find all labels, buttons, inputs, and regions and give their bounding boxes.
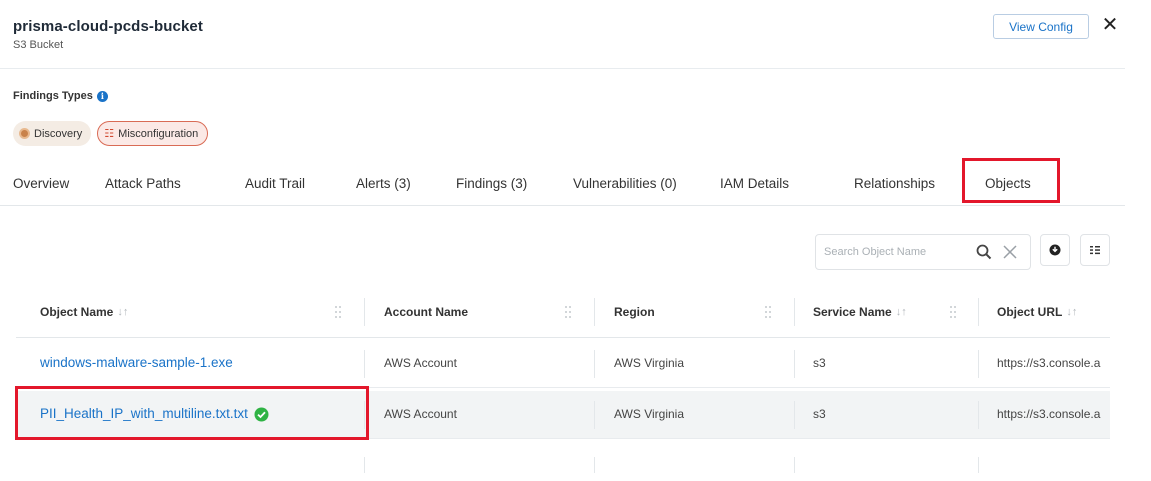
search-box: [815, 234, 1031, 270]
cell-divider: [794, 350, 795, 378]
cell-divider: [794, 457, 795, 473]
download-icon: [1049, 244, 1061, 256]
clear-search-icon[interactable]: [1001, 243, 1019, 261]
region-cell: AWS Virginia: [614, 407, 685, 421]
tab-vulnerabilities[interactable]: Vulnerabilities (0): [573, 176, 677, 191]
cell-divider: [594, 401, 595, 429]
drag-handle-icon[interactable]: [764, 305, 772, 319]
tab-iam-details[interactable]: IAM Details: [720, 176, 789, 191]
chip-misconfiguration[interactable]: ☷ Misconfiguration: [97, 121, 209, 146]
info-icon[interactable]: i: [96, 90, 108, 102]
region-cell: AWS Virginia: [614, 356, 685, 370]
chip-discovery[interactable]: Discovery: [13, 121, 92, 146]
drag-handle-icon[interactable]: [949, 305, 957, 319]
discovery-icon: [19, 128, 30, 139]
tab-audit-trail[interactable]: Audit Trail: [245, 176, 305, 191]
sort-icon[interactable]: ↓↑: [117, 306, 128, 318]
table-row-partial: [16, 443, 1110, 473]
cell-divider: [594, 457, 595, 473]
sort-icon[interactable]: ↓↑: [896, 306, 907, 318]
objects-table: Object Name ↓↑ Account Name Region Servi…: [15, 288, 1110, 473]
tab-bar: Overview Attack Paths Audit Trail Alerts…: [0, 158, 1125, 206]
tab-alerts[interactable]: Alerts (3): [356, 176, 411, 191]
findings-types-text: Findings Types: [13, 90, 93, 102]
cell-divider: [364, 457, 365, 473]
chip-discovery-label: Discovery: [34, 127, 83, 140]
columns-icon: [1090, 246, 1100, 255]
object-url-cell: https://s3.console.a: [997, 356, 1101, 370]
table-header: Object Name ↓↑ Account Name Region Servi…: [16, 288, 1110, 338]
table-row[interactable]: PII_Health_IP_with_multiline.txt.txt AWS…: [15, 386, 1110, 440]
sort-icon[interactable]: ↓↑: [1066, 306, 1077, 318]
column-service-name-label: Service Name: [813, 305, 892, 319]
download-button[interactable]: [1040, 234, 1070, 266]
column-object-name[interactable]: Object Name ↓↑: [40, 305, 128, 319]
column-divider[interactable]: [594, 298, 595, 326]
column-region[interactable]: Region: [614, 305, 655, 319]
column-object-name-label: Object Name: [40, 305, 114, 319]
findings-types-label: Findings Types i: [13, 90, 108, 102]
tab-overview[interactable]: Overview: [13, 176, 69, 191]
row-highlight: [15, 386, 369, 440]
table-row[interactable]: windows-malware-sample-1.exe AWS Account…: [16, 340, 1110, 388]
account-name-cell: AWS Account: [384, 407, 457, 421]
header-divider: [0, 68, 1125, 69]
page-title: prisma-cloud-pcds-bucket: [13, 18, 203, 35]
cell-divider: [978, 350, 979, 378]
tabs-divider: [0, 205, 1125, 206]
service-name-cell: s3: [813, 407, 826, 421]
search-input[interactable]: [824, 246, 974, 258]
column-divider[interactable]: [978, 298, 979, 326]
search-icon[interactable]: [975, 243, 993, 261]
cell-divider: [794, 401, 795, 429]
column-account-name-label: Account Name: [384, 305, 469, 319]
drag-handle-icon[interactable]: [334, 305, 342, 319]
column-region-label: Region: [614, 305, 655, 319]
tab-objects-highlight: [962, 158, 1060, 203]
column-service-name[interactable]: Service Name ↓↑: [813, 305, 907, 319]
close-icon[interactable]: ✕: [1099, 15, 1121, 37]
chip-misconfiguration-label: Misconfiguration: [118, 127, 199, 140]
tab-findings[interactable]: Findings (3): [456, 176, 527, 191]
account-name-cell: AWS Account: [384, 356, 457, 370]
service-name-cell: s3: [813, 356, 826, 370]
column-account-name[interactable]: Account Name: [384, 305, 468, 319]
tab-attack-paths[interactable]: Attack Paths: [105, 176, 181, 191]
resource-type: S3 Bucket: [13, 39, 64, 51]
column-divider[interactable]: [364, 298, 365, 326]
page-header: prisma-cloud-pcds-bucket S3 Bucket: [13, 18, 203, 51]
misconfiguration-icon: ☷: [104, 128, 115, 140]
column-settings-button[interactable]: [1080, 234, 1110, 266]
view-config-button[interactable]: View Config: [993, 14, 1089, 39]
tab-relationships[interactable]: Relationships: [854, 176, 935, 191]
column-divider[interactable]: [794, 298, 795, 326]
cell-divider: [594, 350, 595, 378]
drag-handle-icon[interactable]: [564, 305, 572, 319]
cell-divider: [978, 457, 979, 473]
object-url-cell: https://s3.console.a: [997, 407, 1101, 421]
findings-chips: Discovery ☷ Misconfiguration: [13, 121, 209, 146]
column-object-url-label: Object URL: [997, 305, 1063, 319]
column-object-url[interactable]: Object URL ↓↑: [997, 305, 1077, 319]
cell-divider: [364, 350, 365, 378]
object-name-link[interactable]: windows-malware-sample-1.exe: [40, 355, 233, 370]
cell-divider: [978, 401, 979, 429]
